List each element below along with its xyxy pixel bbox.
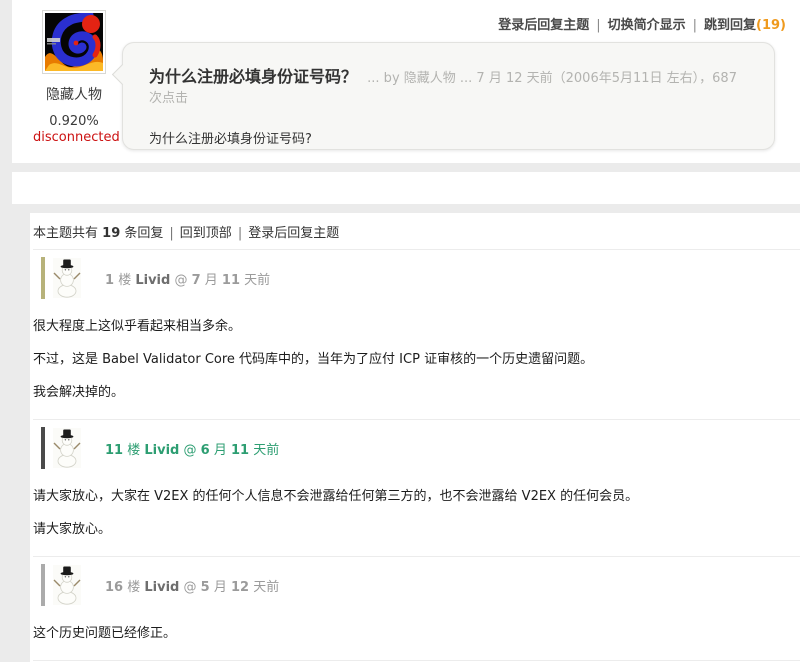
toggle-profile-link[interactable]: 切换简介显示 [608,18,686,33]
stats-reply-count: 19 [102,226,120,241]
reply-meta-line: 16 楼 Livid @ 5 月 12 天前 [105,576,279,595]
nav-separator: | [596,18,600,33]
login-to-reply-link[interactable]: 登录后回复主题 [498,18,589,33]
reply-meta-line: 11 楼 Livid @ 6 月 11 天前 [105,439,279,458]
at-symbol: @ [174,273,191,288]
author-percent-value: 0.920% [33,114,115,129]
reply-paragraph: 很大程度上这似乎看起来相当多余。 [33,315,800,334]
reply-item: 1 楼 Livid @ 7 月 11 天前 很大程度上这似乎看起来相当多余。不过… [33,249,800,419]
topic-section: 登录后回复主题 | 切换简介显示 | 跳到回复(19) 隐藏人物 0.920% disc… [12,0,800,163]
floor-label: 楼 [127,443,144,458]
topic-title: 为什么注册必填身份证号码？ [149,67,357,86]
at-symbol: @ [184,443,201,458]
snowman-icon [53,565,81,605]
reply-color-bar [41,564,45,606]
time-days-label: 天前 [244,273,270,288]
reply-body: 很大程度上这似乎看起来相当多余。不过，这是 Babel Validator Co… [33,300,800,419]
floor-number: 1 [105,273,114,288]
reply-body: 请大家放心，大家在 V2EX 的任何个人信息不会泄露给任何第三方的，也不会泄露给… [33,470,800,556]
time-month-value: 7 [192,273,201,288]
stats-prefix: 本主题共有 [33,226,98,241]
time-month-label: 月 [214,580,231,595]
stats-separator: | [169,226,173,241]
reply-body: 这个历史问题已经修正。 [33,607,800,660]
at-symbol: @ [184,580,201,595]
author-profile-card: 隐藏人物 0.920% disconnected [33,10,115,145]
reply-header: 1 楼 Livid @ 7 月 11 天前 [33,256,800,300]
replies-list: 1 楼 Livid @ 7 月 11 天前 很大程度上这似乎看起来相当多余。不过… [33,249,800,662]
jump-to-reply-link[interactable]: 跳到回复(19) [704,18,786,33]
reply-item: 11 楼 Livid @ 6 月 11 天前 请大家放心，大家在 V2EX 的任… [33,419,800,556]
replies-stats-line: 本主题共有 19 条回复 | 回到顶部 | 登录后回复主题 [33,213,800,249]
reply-paragraph: 这个历史问题已经修正。 [33,622,800,641]
back-to-top-link[interactable]: 回到顶部 [180,226,232,241]
swirl-art-icon [45,13,103,71]
floor-number: 11 [105,443,123,458]
reply-item: 16 楼 Livid @ 5 月 12 天前 这个历史问题已经修正。 [33,556,800,660]
time-days-value: 11 [231,443,249,458]
time-month-value: 6 [201,443,210,458]
replies-section: 本主题共有 19 条回复 | 回到顶部 | 登录后回复主题 [30,213,800,662]
topic-bubble: 为什么注册必填身份证号码？ ... by 隐藏人物 ... 7 月 12 天前（… [122,42,775,150]
floor-label: 楼 [127,580,144,595]
stats-separator: | [238,226,242,241]
reply-paragraph: 我会解决掉的。 [33,381,800,400]
reply-count-badge: (19) [756,18,786,33]
snowman-icon [53,428,81,468]
snowman-avatar[interactable] [53,428,81,468]
empty-module-strip [12,172,800,204]
reply-author-link[interactable]: Livid [144,443,179,458]
snowman-icon [53,258,81,298]
floor-label: 楼 [118,273,135,288]
author-status-label: disconnected [33,130,115,145]
reply-paragraph: 请大家放心，大家在 V2EX 的任何个人信息不会泄露给任何第三方的，也不会泄露给… [33,485,800,504]
time-days-label: 天前 [253,443,279,458]
reply-color-bar [41,257,45,299]
floor-number: 16 [105,580,123,595]
reply-header: 16 楼 Livid @ 5 月 12 天前 [33,563,800,607]
nav-separator: | [693,18,697,33]
reply-paragraph: 请大家放心。 [33,518,800,537]
time-month-label: 月 [214,443,231,458]
top-action-links: 登录后回复主题 | 切换简介显示 | 跳到回复(19) [498,14,786,33]
topic-author-name[interactable]: 隐藏人物 [33,84,115,104]
time-days-label: 天前 [253,580,279,595]
reply-paragraph: 不过，这是 Babel Validator Core 代码库中的，当年为了应付 … [33,348,800,367]
snowman-avatar[interactable] [53,565,81,605]
time-days-value: 11 [222,273,240,288]
reply-header: 11 楼 Livid @ 6 月 11 天前 [33,426,800,470]
login-to-reply-link[interactable]: 登录后回复主题 [248,226,339,241]
time-month-label: 月 [205,273,222,288]
topic-author-avatar[interactable] [42,10,106,74]
time-days-value: 12 [231,580,249,595]
reply-meta-line: 1 楼 Livid @ 7 月 11 天前 [105,269,270,288]
time-month-value: 5 [201,580,210,595]
reply-author-link[interactable]: Livid [144,580,179,595]
topic-body-text: 为什么注册必填身份证号码? [123,106,774,147]
reply-color-bar [41,427,45,469]
snowman-avatar[interactable] [53,258,81,298]
stats-suffix: 条回复 [124,226,163,241]
reply-author-link[interactable]: Livid [135,273,170,288]
